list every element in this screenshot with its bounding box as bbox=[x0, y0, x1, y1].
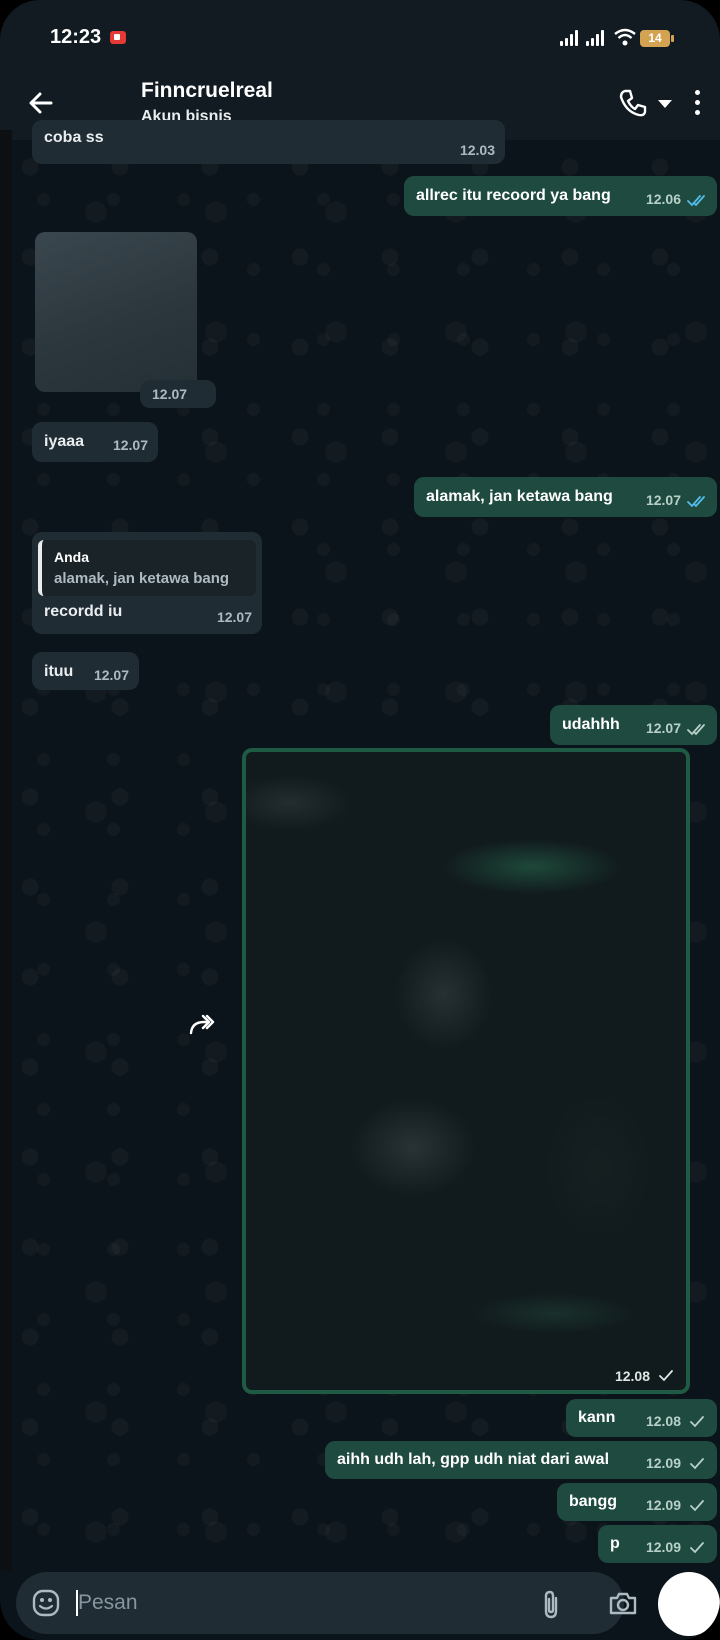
check-icon bbox=[690, 1416, 704, 1428]
message-text: bangg bbox=[569, 1493, 617, 1510]
chat-area[interactable]: coba ss 12.03 allrec itu recoord ya bang… bbox=[12, 120, 720, 1568]
mic-button[interactable] bbox=[658, 1572, 720, 1636]
wifi-icon bbox=[614, 28, 636, 46]
battery-indicator: 14 bbox=[640, 30, 674, 47]
message-time: 12.09 bbox=[645, 1539, 681, 1555]
message-outgoing[interactable]: p 12.09 bbox=[598, 1525, 717, 1563]
phone-screen: 12:23 14 Finncruelreal Akun bisnis coba … bbox=[0, 0, 720, 1640]
message-time: 12.09 bbox=[645, 1455, 681, 1471]
message-composer bbox=[16, 1572, 637, 1634]
image-time-chip: 12.07 bbox=[140, 380, 216, 408]
message-time: 12.08 bbox=[645, 1413, 681, 1429]
message-time: 12.08 bbox=[614, 1368, 650, 1384]
contact-name[interactable]: Finncruelreal bbox=[141, 79, 273, 103]
quote-author: Anda bbox=[54, 549, 89, 565]
phone-icon[interactable] bbox=[618, 88, 648, 118]
emoji-icon[interactable] bbox=[32, 1589, 60, 1617]
camera-icon[interactable] bbox=[608, 1590, 638, 1616]
message-outgoing[interactable]: alamak, jan ketawa bang 12.07 bbox=[414, 477, 717, 517]
message-outgoing[interactable]: bangg 12.09 bbox=[557, 1483, 717, 1521]
message-text: kann bbox=[578, 1409, 616, 1426]
quote-text: alamak, jan ketawa bang bbox=[54, 570, 230, 587]
check-icon bbox=[690, 1542, 704, 1554]
message-time: 12.07 bbox=[216, 609, 252, 625]
message-time: 12.07 bbox=[152, 386, 188, 402]
message-time: 12.06 bbox=[645, 191, 681, 207]
message-time: 12.07 bbox=[112, 437, 148, 453]
attach-icon[interactable] bbox=[540, 1589, 562, 1619]
message-text: ituu bbox=[44, 663, 74, 680]
quoted-message[interactable]: Anda alamak, jan ketawa bang bbox=[38, 540, 256, 596]
double-check-icon bbox=[687, 496, 705, 508]
message-outgoing[interactable]: kann 12.08 bbox=[566, 1399, 717, 1437]
message-outgoing[interactable]: aihh udh lah, gpp udh niat dari awal 12.… bbox=[325, 1441, 717, 1479]
check-icon bbox=[690, 1458, 704, 1470]
image-message[interactable]: 12.08 bbox=[242, 748, 690, 1394]
message-incoming[interactable]: coba ss 12.03 bbox=[32, 120, 505, 164]
message-time: 12.07 bbox=[93, 667, 129, 683]
signal-icon-2 bbox=[586, 30, 604, 46]
double-check-icon bbox=[687, 724, 705, 736]
message-text: p bbox=[610, 1535, 620, 1552]
message-incoming[interactable]: ituu 12.07 bbox=[32, 652, 139, 690]
message-text: alamak, jan ketawa bang bbox=[426, 488, 613, 505]
status-bar: 12:23 14 bbox=[0, 0, 720, 70]
message-time: 12.09 bbox=[645, 1497, 681, 1513]
double-check-icon bbox=[687, 195, 705, 207]
message-text: coba ss bbox=[44, 129, 104, 146]
back-arrow-icon[interactable] bbox=[26, 88, 56, 118]
signal-icon bbox=[560, 30, 578, 46]
message-outgoing[interactable]: udahhh 12.07 bbox=[550, 705, 717, 745]
check-icon bbox=[659, 1370, 673, 1382]
message-text: recordd iu bbox=[44, 603, 123, 620]
check-icon bbox=[690, 1500, 704, 1512]
message-incoming-reply[interactable]: Anda alamak, jan ketawa bang recordd iu … bbox=[32, 532, 262, 634]
message-text: udahhh bbox=[562, 716, 620, 733]
message-time: 12.07 bbox=[645, 492, 681, 508]
message-text: iyaaa bbox=[44, 433, 85, 450]
message-outgoing[interactable]: allrec itu recoord ya bang 12.06 bbox=[404, 176, 717, 216]
more-vert-icon[interactable] bbox=[695, 90, 701, 116]
left-edge-strip bbox=[0, 130, 12, 1570]
message-text: aihh udh lah, gpp udh niat dari awal bbox=[337, 1451, 610, 1468]
call-dropdown-icon[interactable] bbox=[658, 100, 672, 108]
message-input[interactable] bbox=[78, 1588, 478, 1618]
message-incoming[interactable]: iyaaa 12.07 bbox=[32, 422, 158, 462]
message-text: allrec itu recoord ya bang bbox=[416, 187, 611, 204]
message-time: 12.03 bbox=[459, 142, 495, 158]
forward-icon[interactable] bbox=[188, 1013, 218, 1037]
message-time: 12.07 bbox=[645, 720, 681, 736]
screen-record-icon bbox=[110, 31, 126, 44]
image-thumbnail[interactable] bbox=[35, 232, 197, 392]
status-time: 12:23 bbox=[50, 26, 102, 48]
